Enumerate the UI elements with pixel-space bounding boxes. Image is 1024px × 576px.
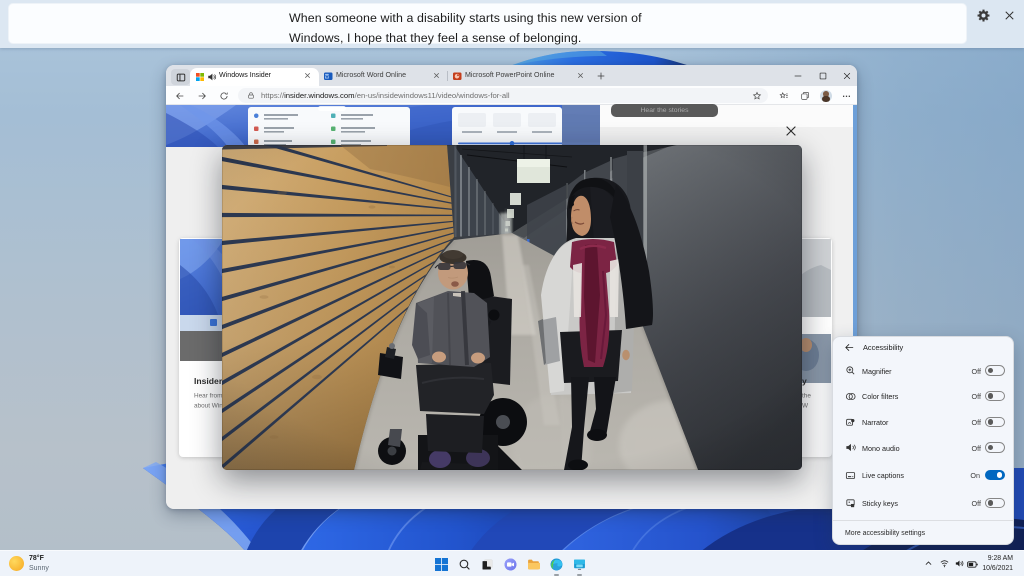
svg-text:the: the: [802, 393, 811, 400]
svg-text:W: W: [802, 403, 809, 410]
svg-text:y: y: [802, 376, 807, 386]
